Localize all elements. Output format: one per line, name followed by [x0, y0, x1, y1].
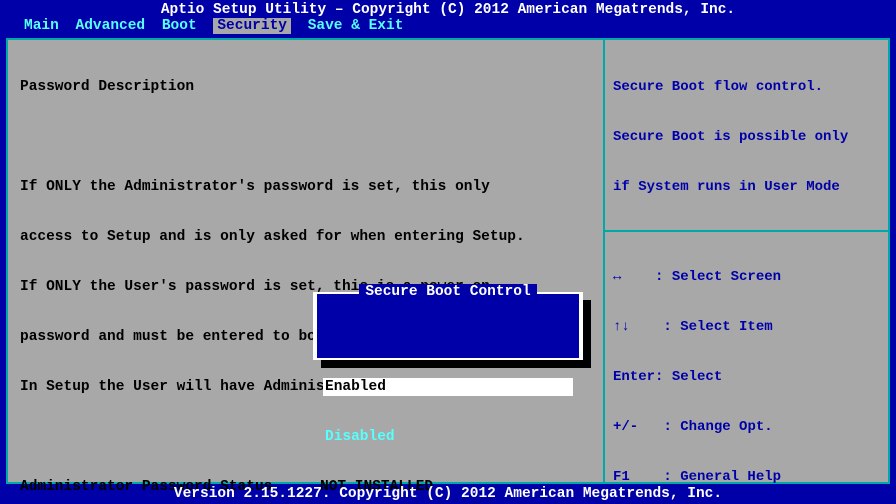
menu-security[interactable]: Security: [213, 18, 291, 34]
desc-line: access to Setup and is only asked for wh…: [20, 228, 591, 246]
desc-line: If ONLY the Administrator's password is …: [20, 178, 591, 196]
help-text-line: Secure Boot is possible only: [613, 128, 880, 146]
help-text-line: if System runs in User Mode: [613, 178, 880, 196]
footer: Version 2.15.1227. Copyright (C) 2012 Am…: [0, 486, 896, 502]
right-panel: Secure Boot flow control. Secure Boot is…: [603, 40, 888, 482]
help-text-line: Secure Boot flow control.: [613, 78, 880, 96]
menu-bar: Main Advanced Boot Security Save & Exit: [0, 18, 896, 36]
popup-option-disabled[interactable]: Disabled: [323, 428, 573, 446]
menu-advanced[interactable]: Advanced: [76, 18, 146, 34]
menu-save-exit[interactable]: Save & Exit: [308, 18, 404, 34]
password-description-heading: Password Description: [20, 78, 591, 96]
popup-title: Secure Boot Control: [317, 284, 579, 300]
version-text: Version 2.15.1227. Copyright (C) 2012 Am…: [174, 486, 722, 502]
menu-main[interactable]: Main: [24, 18, 59, 34]
keymap: ↔ : Select Screen ↑↓ : Select Item Enter…: [613, 236, 880, 504]
left-panel: Password Description If ONLY the Adminis…: [8, 40, 603, 482]
popup-option-enabled[interactable]: Enabled: [323, 378, 573, 396]
main-area: Password Description If ONLY the Adminis…: [6, 38, 890, 484]
app-title: Aptio Setup Utility – Copyright (C) 2012…: [161, 2, 735, 18]
right-divider: [605, 230, 888, 232]
secure-boot-control-popup: Secure Boot Control Enabled Disabled: [313, 292, 583, 360]
menu-boot[interactable]: Boot: [162, 18, 197, 34]
title-bar: Aptio Setup Utility – Copyright (C) 2012…: [0, 0, 896, 18]
